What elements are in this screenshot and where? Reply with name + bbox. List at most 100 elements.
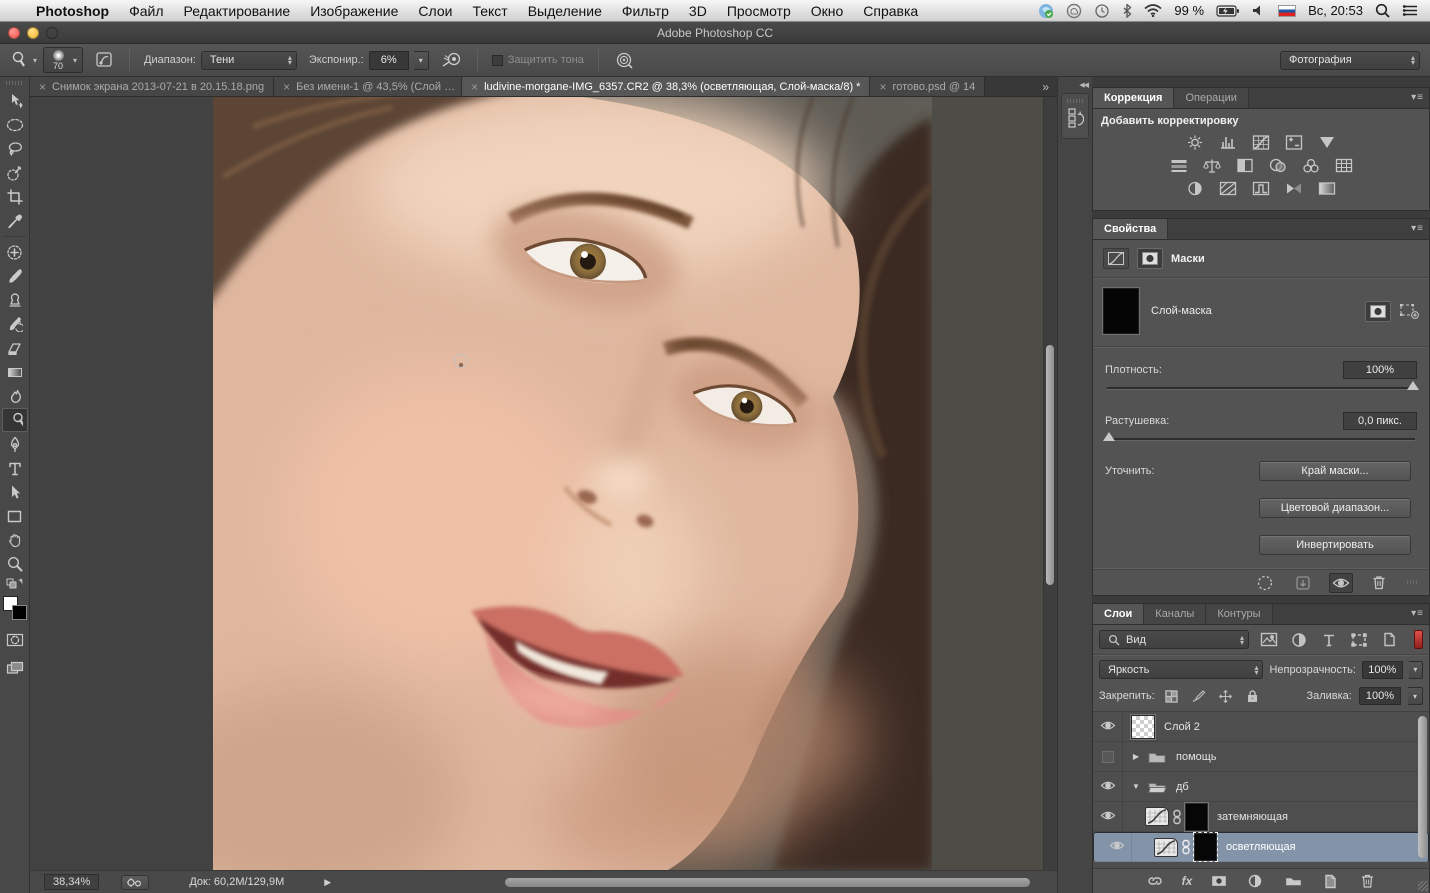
brush-preset-picker[interactable]: 70 ▾: [43, 47, 83, 73]
menu-view[interactable]: Просмотр: [717, 3, 801, 19]
panel-menu-icon[interactable]: ▾≡: [1411, 608, 1424, 619]
path-selection-tool[interactable]: [2, 480, 28, 504]
layer-row-zatemn[interactable]: затемняющая: [1093, 802, 1429, 832]
menu-type[interactable]: Текст: [462, 3, 517, 19]
new-adjustment-layer-icon[interactable]: [1246, 874, 1266, 888]
filter-shape-layers-icon[interactable]: [1349, 633, 1369, 647]
document-image[interactable]: [213, 97, 932, 870]
load-mask-selection-icon[interactable]: [1253, 573, 1277, 593]
opacity-value-field[interactable]: 100%: [1362, 661, 1403, 679]
select-layer-mask-button[interactable]: [1365, 301, 1391, 322]
mask-link-icon[interactable]: [1172, 809, 1182, 825]
protect-tones-checkbox[interactable]: [492, 55, 503, 66]
document-tab-1[interactable]: × Снимок экрана 2013-07-21 в 20.15.18.pn…: [30, 77, 274, 96]
layer-style-fx-icon[interactable]: fx: [1182, 874, 1193, 888]
type-tool[interactable]: [2, 456, 28, 480]
adjustment-properties-icon[interactable]: [1103, 248, 1129, 269]
app-titlebar[interactable]: Adobe Photoshop CC: [0, 22, 1430, 44]
feather-slider-thumb[interactable]: [1103, 432, 1115, 441]
posterize-icon[interactable]: [1216, 179, 1240, 197]
creative-cloud-icon[interactable]: [1066, 3, 1082, 19]
toolbox-grip[interactable]: [6, 81, 24, 85]
time-machine-icon[interactable]: [1094, 3, 1110, 19]
apply-mask-icon[interactable]: [1291, 573, 1315, 593]
zoom-window-button[interactable]: [46, 27, 58, 39]
tab-adjustments[interactable]: Коррекция: [1093, 88, 1174, 108]
mask-properties-icon[interactable]: [1137, 248, 1163, 269]
color-balance-icon[interactable]: [1200, 156, 1224, 174]
mask-link-icon[interactable]: [1181, 839, 1191, 855]
group-row-pomosch[interactable]: ▶ помощь: [1093, 742, 1429, 772]
fill-value-field[interactable]: 100%: [1359, 687, 1401, 705]
document-tab-3-active[interactable]: × ludivine-morgane-IMG_6357.CR2 @ 38,3% …: [462, 77, 870, 96]
levels-icon[interactable]: [1216, 133, 1240, 151]
swap-colors-button[interactable]: [2, 576, 28, 592]
vertical-scrollbar[interactable]: [1043, 97, 1057, 870]
toggle-brush-panel-button[interactable]: [89, 51, 121, 69]
tab-layers[interactable]: Слои: [1093, 604, 1144, 624]
layer-name[interactable]: затемняющая: [1217, 811, 1288, 823]
tab-channels[interactable]: Каналы: [1144, 604, 1206, 624]
menu-filter[interactable]: Фильтр: [612, 3, 679, 19]
layer-filtering-toggle[interactable]: [1414, 630, 1423, 649]
status-options-button[interactable]: [121, 875, 149, 890]
threshold-icon[interactable]: [1249, 179, 1273, 197]
hue-saturation-icon[interactable]: [1167, 156, 1191, 174]
photo-filter-icon[interactable]: [1266, 156, 1290, 174]
sync-status-icon[interactable]: [1038, 3, 1054, 19]
menu-image[interactable]: Изображение: [300, 3, 408, 19]
clone-stamp-tool[interactable]: [2, 288, 28, 312]
color-range-button[interactable]: Цветовой диапазон...: [1259, 498, 1411, 518]
horizontal-scrollbar-thumb[interactable]: [505, 878, 1030, 887]
expand-dock-icon[interactable]: ◀◀: [1079, 81, 1088, 89]
layers-scrollbar-thumb[interactable]: [1418, 716, 1427, 858]
close-window-button[interactable]: [8, 27, 20, 39]
healing-brush-tool[interactable]: [2, 240, 28, 264]
input-language-flag-icon[interactable]: [1278, 5, 1296, 17]
group-row-db[interactable]: ▼ дб: [1093, 772, 1429, 802]
layer-thumbnail[interactable]: [1131, 715, 1155, 739]
crop-tool[interactable]: [2, 185, 28, 209]
color-lookup-icon[interactable]: [1332, 156, 1356, 174]
spotlight-icon[interactable]: [1375, 3, 1390, 18]
curves-adjustment-icon[interactable]: [1145, 807, 1169, 826]
tab-properties[interactable]: Свойства: [1093, 219, 1168, 239]
lock-all-icon[interactable]: [1243, 689, 1263, 703]
group-name[interactable]: помощь: [1176, 751, 1217, 763]
zoom-level-field[interactable]: 38,34%: [44, 874, 99, 890]
exposure-icon[interactable]: [1282, 133, 1306, 151]
canvas-area[interactable]: [30, 97, 1057, 870]
layer-mask-thumbnail[interactable]: [1185, 803, 1208, 831]
curves-icon[interactable]: [1249, 133, 1273, 151]
volume-icon[interactable]: [1252, 4, 1266, 17]
visibility-empty-box[interactable]: [1102, 751, 1114, 763]
menu-file[interactable]: Файл: [119, 3, 173, 19]
exposure-value-field[interactable]: 6%: [369, 51, 409, 70]
new-group-icon[interactable]: [1283, 875, 1303, 888]
feather-value-field[interactable]: 0,0 пикс.: [1343, 412, 1417, 430]
eraser-tool[interactable]: [2, 336, 28, 360]
history-panel-button[interactable]: [1061, 93, 1089, 139]
pressure-size-toggle-button[interactable]: [607, 51, 641, 69]
move-tool[interactable]: [2, 89, 28, 113]
panel-menu-icon[interactable]: ▾≡: [1411, 223, 1424, 234]
hand-tool[interactable]: [2, 528, 28, 552]
document-tab-4[interactable]: × готово.psd @ 14: [870, 77, 985, 96]
delete-layer-trash-icon[interactable]: [1357, 873, 1377, 889]
mask-edge-button[interactable]: Край маски...: [1259, 461, 1411, 481]
minimize-window-button[interactable]: [27, 27, 39, 39]
exposure-dropdown-button[interactable]: ▾: [414, 51, 429, 70]
close-tab-icon[interactable]: ×: [471, 80, 478, 94]
menubar-clock[interactable]: Вс, 20:53: [1308, 3, 1363, 18]
menu-help[interactable]: Справка: [853, 3, 928, 19]
background-color-swatch[interactable]: [12, 605, 27, 620]
panel-resize-grip[interactable]: [1407, 580, 1419, 584]
menu-layers[interactable]: Слои: [408, 3, 462, 19]
vertical-scrollbar-thumb[interactable]: [1046, 345, 1054, 585]
layer-name[interactable]: Слой 2: [1164, 721, 1200, 733]
lock-position-icon[interactable]: [1216, 689, 1236, 704]
blend-mode-select[interactable]: Яркость ▴▾: [1099, 660, 1263, 679]
pen-tool[interactable]: [2, 432, 28, 456]
black-white-icon[interactable]: [1233, 156, 1257, 174]
menu-3d[interactable]: 3D: [679, 3, 717, 19]
